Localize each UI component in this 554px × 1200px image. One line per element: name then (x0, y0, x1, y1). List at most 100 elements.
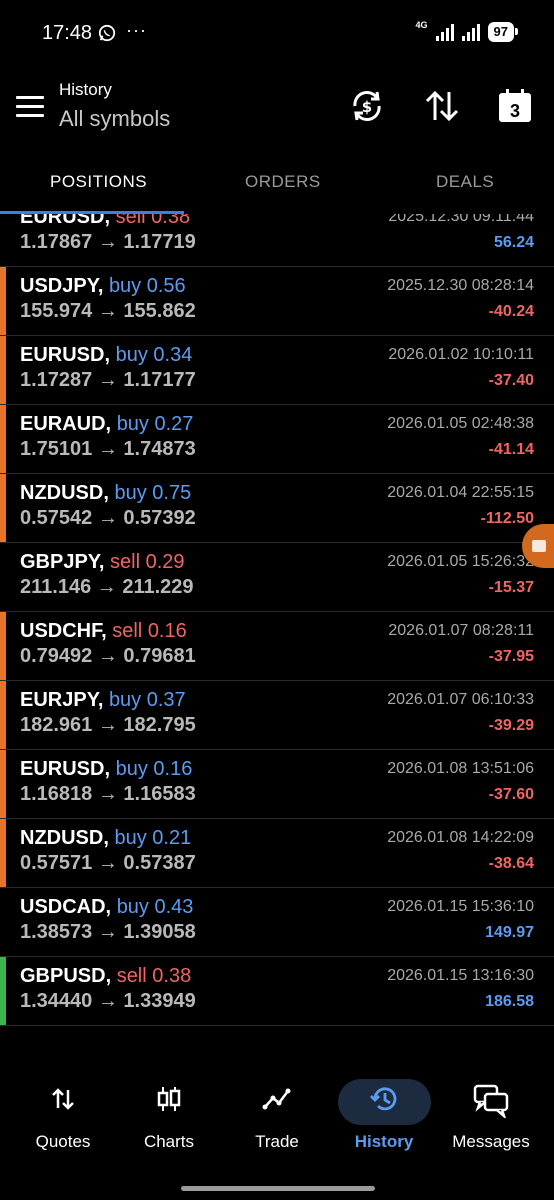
nav-messages[interactable]: Messages (436, 1060, 546, 1170)
position-direction: buy (114, 482, 147, 504)
price-arrow: → (97, 714, 118, 736)
position-symbol: EURUSD, (20, 214, 111, 228)
symbol-filter[interactable]: All symbols (59, 106, 170, 132)
position-direction: sell (112, 620, 143, 642)
position-row[interactable]: EURUSD, buy 0.16 1.16818 → 1.16583 2026.01… (0, 750, 554, 819)
position-volume: 0.34 (153, 344, 193, 366)
close-price: 1.33949 (123, 990, 196, 1012)
position-prices: 1.17287 → 1.17177 (20, 369, 196, 392)
position-profit: -112.50 (480, 510, 534, 527)
position-title: GBPUSD, sell 0.38 (20, 965, 191, 988)
sync-currency-icon[interactable]: $ (347, 86, 387, 126)
menu-icon[interactable] (16, 96, 44, 118)
result-indicator-bar (0, 405, 6, 473)
nav-quotes[interactable]: Quotes (8, 1060, 118, 1170)
price-arrow: → (97, 300, 118, 322)
close-price: 155.862 (123, 300, 196, 322)
position-title: GBPJPY, sell 0.29 (20, 551, 185, 574)
page-title: History (59, 80, 112, 99)
position-direction: sell (115, 214, 146, 228)
position-title: NZDUSD, buy 0.75 (20, 482, 191, 505)
position-direction: buy (114, 827, 147, 849)
position-profit: -41.14 (488, 441, 534, 458)
position-prices: 155.974 → 155.862 (20, 300, 196, 323)
status-bar: 17:48 ··· 4G 97 (0, 0, 554, 66)
status-time: 17:48 (42, 22, 93, 44)
tab-deals[interactable]: DEALS (436, 172, 494, 192)
position-volume: 0.38 (152, 965, 192, 987)
position-row[interactable]: USDCHF, sell 0.16 0.79492 → 0.79681 2026.0… (0, 612, 554, 681)
signal-2-icon (461, 23, 480, 41)
position-time: 2026.01.07 08:28:11 (388, 622, 534, 639)
position-time: 2025.12.30 08:28:14 (387, 277, 534, 294)
position-profit: -40.24 (488, 303, 534, 320)
nav-label-history: History (354, 1132, 414, 1151)
sort-icon[interactable] (422, 86, 462, 126)
result-indicator-bar (0, 819, 6, 887)
position-volume: 0.38 (151, 214, 191, 228)
position-profit: -37.60 (488, 786, 534, 803)
position-volume: 0.56 (146, 275, 186, 297)
tab-orders[interactable]: ORDERS (245, 172, 321, 192)
trade-icon (262, 1088, 291, 1110)
position-title: USDJPY, buy 0.56 (20, 275, 186, 298)
open-price: 1.17867 (20, 231, 93, 253)
position-volume: 0.37 (146, 689, 186, 711)
svg-text:$: $ (362, 98, 372, 116)
close-price: 211.229 (122, 576, 194, 598)
position-direction: buy (108, 275, 142, 297)
price-arrow: → (97, 990, 118, 1012)
position-row[interactable]: GBPUSD, sell 0.38 1.34440 → 1.33949 2026.0… (0, 957, 554, 1026)
close-price: 0.57387 (123, 852, 196, 874)
position-symbol: EURAUD, (20, 413, 112, 435)
charts-icon (157, 1087, 181, 1111)
position-volume: 0.16 (147, 620, 187, 642)
position-symbol: NZDUSD, (20, 827, 109, 849)
position-direction: sell (110, 551, 141, 573)
nav-history[interactable]: History (329, 1060, 439, 1170)
position-row[interactable]: NZDUSD, buy 0.75 0.57542 → 0.57392 2026.01… (0, 474, 554, 543)
position-volume: 0.27 (154, 413, 194, 435)
position-time: 2026.01.07 06:10:33 (387, 691, 534, 708)
price-arrow: → (97, 438, 118, 460)
position-row[interactable]: GBPJPY, sell 0.29 211.146 → 211.229 2026.0… (0, 543, 554, 612)
status-indicators: 4G 97 (416, 20, 519, 42)
calendar-icon[interactable]: 3 (498, 89, 532, 123)
price-arrow: → (97, 507, 118, 529)
position-prices: 1.38573 → 1.39058 (20, 921, 196, 944)
position-row[interactable]: USDJPY, buy 0.56 155.974 → 155.862 2025.12… (0, 267, 554, 336)
history-icon (370, 1087, 397, 1111)
position-row[interactable]: EURUSD, buy 0.34 1.17287 → 1.17177 2026.01… (0, 336, 554, 405)
position-prices: 0.79492 → 0.79681 (20, 645, 196, 668)
price-arrow: → (97, 645, 118, 667)
position-time: 2026.01.04 22:55:15 (387, 484, 534, 501)
position-row[interactable]: EURJPY, buy 0.37 182.961 → 182.795 2026.01… (0, 681, 554, 750)
position-prices: 1.75101 → 1.74873 (20, 438, 196, 461)
position-row[interactable]: NZDUSD, buy 0.21 0.57571 → 0.57387 2026.01… (0, 819, 554, 888)
tab-positions[interactable]: POSITIONS (50, 172, 147, 192)
open-price: 0.57571 (20, 852, 93, 874)
position-symbol: EURUSD, (20, 758, 111, 780)
position-symbol: NZDUSD, (20, 482, 109, 504)
position-row[interactable]: EURAUD, buy 0.27 1.75101 → 1.74873 2026.01… (0, 405, 554, 474)
result-indicator-bar (0, 957, 6, 1025)
positions-list[interactable]: EURUSD, sell 0.38 1.17867 → 1.17719 2025.1… (0, 214, 554, 1030)
open-price: 1.16818 (20, 783, 93, 805)
position-profit: -37.40 (488, 372, 534, 389)
nav-charts[interactable]: Charts (114, 1060, 224, 1170)
position-title: EURUSD, sell 0.38 (20, 214, 190, 229)
position-volume: 0.21 (152, 827, 192, 849)
position-row[interactable]: EURUSD, sell 0.38 1.17867 → 1.17719 2025.1… (0, 214, 554, 267)
tab-bar: POSITIONS ORDERS DEALS (0, 160, 554, 210)
nav-trade[interactable]: Trade (222, 1060, 332, 1170)
close-price: 0.57392 (123, 507, 196, 529)
close-price: 1.17719 (123, 231, 196, 253)
bottom-nav: Quotes Charts Trade History Messages (0, 1060, 554, 1170)
position-prices: 0.57542 → 0.57392 (20, 507, 196, 530)
nav-label-charts: Charts (143, 1132, 195, 1151)
position-time: 2026.01.05 02:48:38 (387, 415, 534, 432)
position-direction: buy (116, 413, 149, 435)
position-row[interactable]: USDCAD, buy 0.43 1.38573 → 1.39058 2026.01… (0, 888, 554, 957)
close-price: 1.16583 (123, 783, 196, 805)
price-arrow: → (97, 783, 118, 805)
